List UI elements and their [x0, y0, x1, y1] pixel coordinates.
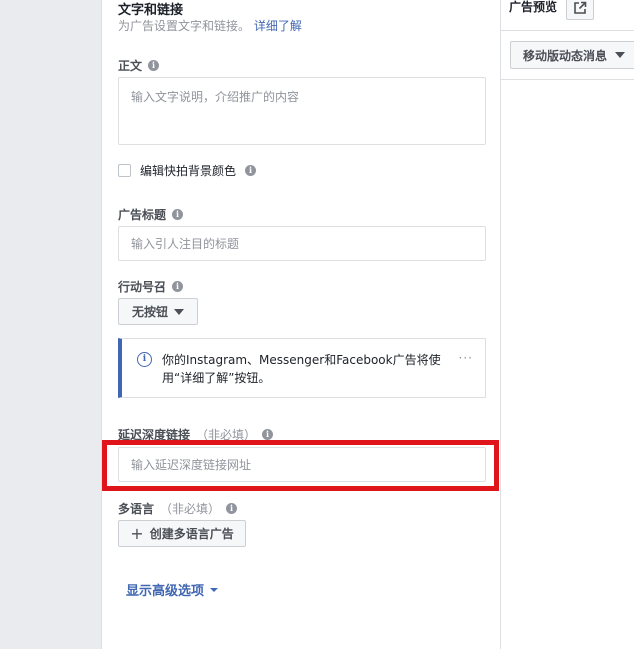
- learn-more-link[interactable]: 详细了解: [254, 19, 302, 33]
- body-text-placeholder: 输入文字说明，介绍推广的内容: [131, 90, 300, 104]
- plus-icon: +: [130, 524, 144, 543]
- show-advanced-options-label: 显示高级选项: [126, 584, 205, 599]
- open-preview-button[interactable]: [566, 0, 594, 20]
- multilang-optional: （非必填）: [160, 502, 221, 516]
- section-subtitle: 为广告设置文字和链接。 详细了解: [118, 17, 302, 34]
- snapshot-bg-option[interactable]: 编辑快拍背景颜色 i: [118, 162, 257, 179]
- notice-text: 你的Instagram、Messenger和Facebook广告将使用“详细了解…: [162, 353, 441, 385]
- more-options-icon[interactable]: ···: [459, 351, 473, 365]
- headline-label: 广告标题 i: [118, 206, 184, 223]
- info-icon[interactable]: i: [148, 60, 160, 71]
- highlight-box: [102, 440, 499, 491]
- cta-label-text: 行动号召: [118, 280, 167, 294]
- cta-dropdown[interactable]: 无按钮: [118, 298, 198, 325]
- info-icon[interactable]: i: [172, 281, 184, 292]
- external-link-icon: [574, 1, 587, 14]
- caret-down-icon: [174, 308, 184, 315]
- create-multilang-ad-label: 创建多语言广告: [149, 527, 234, 541]
- ad-editor-panel: 文字和链接 为广告设置文字和链接。 详细了解 正文 i 输入文字说明，介绍推广的…: [101, 0, 501, 649]
- preview-divider: [501, 79, 634, 80]
- ad-preview-panel: 广告预览 移动版动态消息: [501, 0, 634, 649]
- placement-dropdown-value: 移动版动态消息: [523, 48, 608, 63]
- snapshot-bg-label: 编辑快拍背景颜色: [140, 164, 237, 178]
- preview-divider: [501, 30, 634, 31]
- left-gutter: [0, 0, 101, 649]
- body-text-label: 正文 i: [118, 57, 160, 74]
- info-icon[interactable]: i: [262, 429, 274, 440]
- caret-down-icon: [615, 52, 626, 58]
- section-title: 文字和链接: [118, 3, 184, 18]
- info-icon[interactable]: i: [226, 503, 238, 514]
- placement-dropdown[interactable]: 移动版动态消息: [510, 41, 634, 69]
- headline-input[interactable]: 输入引人注目的标题: [118, 226, 486, 261]
- multilang-label-text: 多语言: [118, 502, 155, 516]
- headline-label-text: 广告标题: [118, 208, 167, 222]
- caret-down-icon: [210, 587, 219, 592]
- body-text-label-text: 正文: [118, 59, 143, 73]
- body-text-input[interactable]: 输入文字说明，介绍推广的内容: [118, 77, 486, 145]
- info-icon[interactable]: i: [172, 209, 184, 220]
- cta-label: 行动号召 i: [118, 278, 184, 295]
- show-advanced-options-link[interactable]: 显示高级选项: [126, 580, 219, 599]
- cta-dropdown-value: 无按钮: [131, 305, 168, 319]
- cta-notice: i 你的Instagram、Messenger和Facebook广告将使用“详细…: [118, 338, 486, 398]
- info-icon[interactable]: i: [245, 165, 257, 176]
- section-subtitle-text: 为广告设置文字和链接。: [118, 19, 251, 33]
- snapshot-bg-checkbox[interactable]: [118, 164, 131, 177]
- headline-placeholder: 输入引人注目的标题: [131, 237, 240, 251]
- create-multilang-ad-button[interactable]: + 创建多语言广告: [118, 520, 246, 547]
- preview-title: 广告预览: [509, 0, 558, 14]
- multilang-label: 多语言 （非必填） i: [118, 500, 238, 517]
- info-circle-icon: i: [137, 352, 152, 367]
